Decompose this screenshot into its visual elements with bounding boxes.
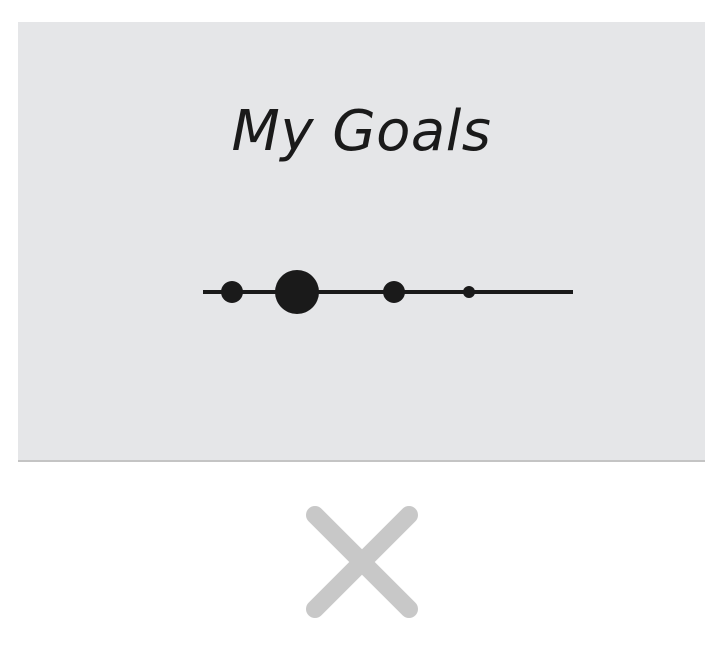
progress-step-1 bbox=[221, 281, 243, 303]
goals-card: My Goals bbox=[18, 22, 705, 460]
progress-step-3 bbox=[383, 281, 405, 303]
progress-step-4 bbox=[463, 286, 475, 298]
close-icon[interactable] bbox=[303, 503, 421, 621]
progress-stepper bbox=[203, 270, 573, 314]
screen: My Goals bbox=[0, 0, 705, 647]
progress-step-2-current bbox=[275, 270, 319, 314]
page-title: My Goals bbox=[231, 99, 492, 164]
